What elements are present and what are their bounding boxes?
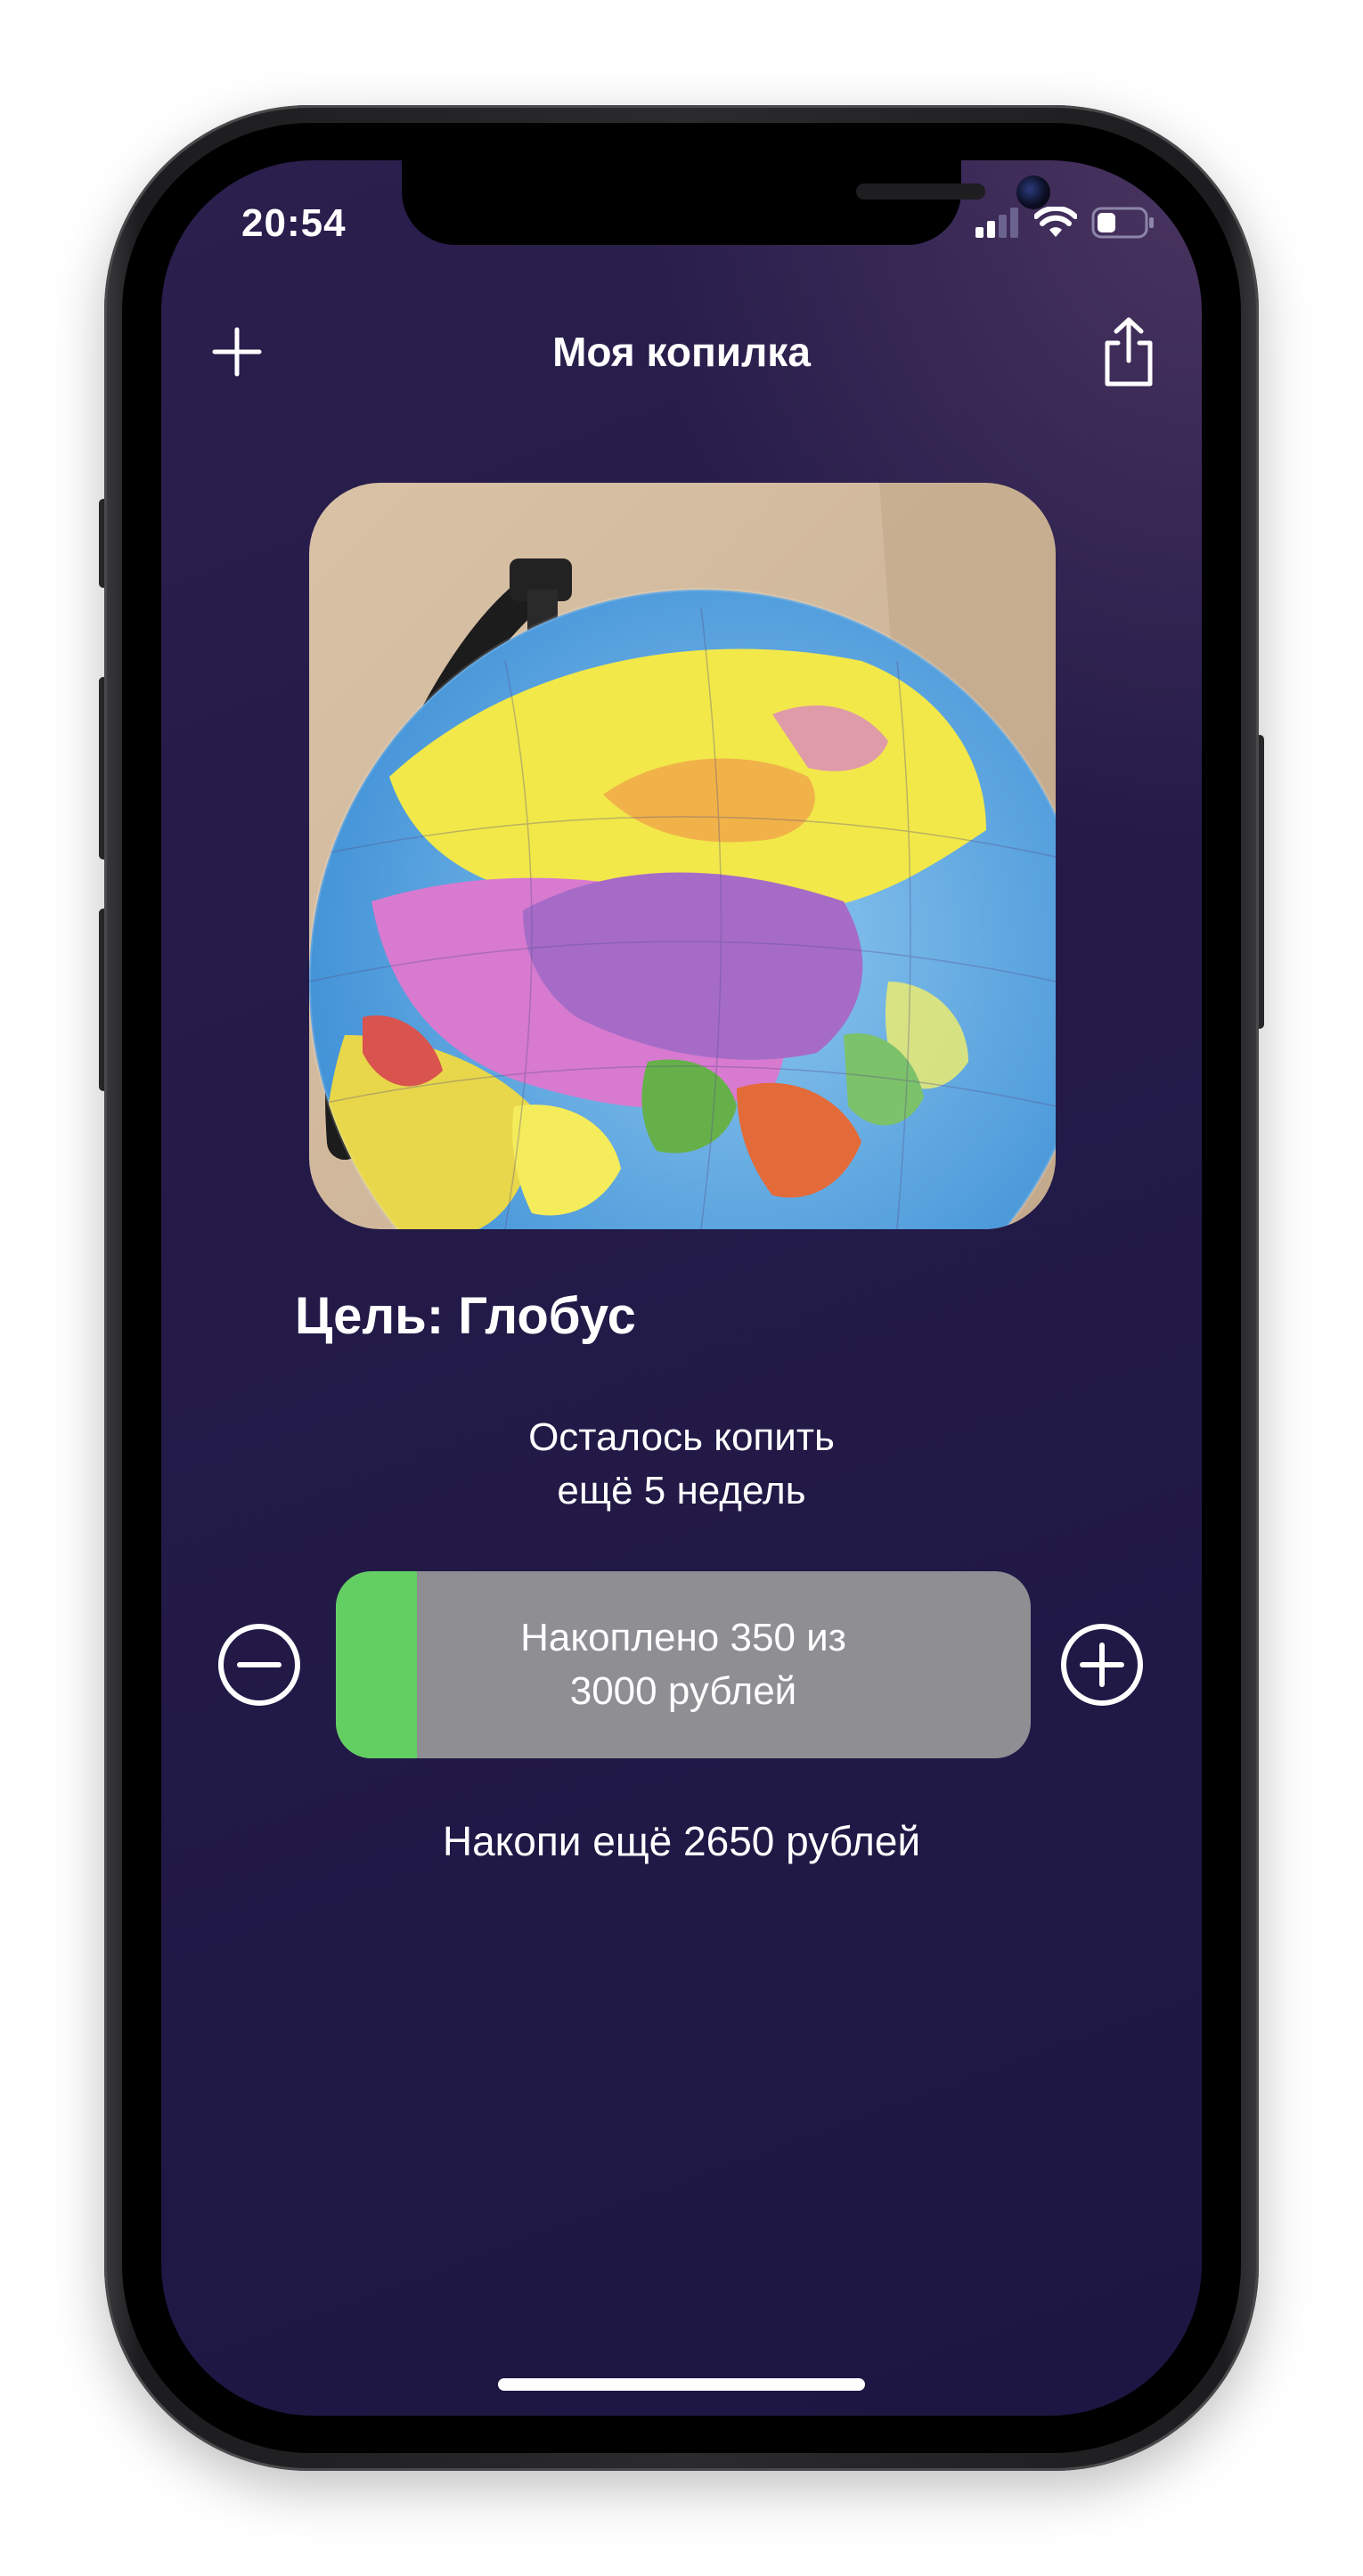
plus-circle-icon (1061, 1624, 1143, 1706)
device-mockup: 20:54 Моя копилка Цель: Глобус Осталось … (0, 0, 1363, 2576)
cellular-signal-icon (975, 208, 1018, 238)
share-button[interactable] (1093, 312, 1164, 392)
remaining-line-2: ещё 5 недель (557, 1469, 806, 1512)
progress-row: Накоплено 350 из 3000 рублей (161, 1571, 1202, 1758)
status-icons (975, 207, 1155, 239)
remaining-line-1: Осталось копить (528, 1415, 835, 1459)
remaining-time-text: Осталось копить ещё 5 недель (161, 1411, 1202, 1518)
goal-image[interactable] (309, 483, 1056, 1229)
progress-label-line-1: Накоплено 350 из (520, 1616, 846, 1659)
battery-icon (1091, 207, 1154, 239)
notch (402, 160, 1050, 245)
home-indicator[interactable] (498, 2378, 865, 2391)
share-icon (1105, 317, 1153, 387)
front-camera (1016, 175, 1050, 209)
navigation-bar: Моя копилка (161, 312, 1202, 392)
progress-label: Накоплено 350 из 3000 рублей (336, 1571, 1031, 1758)
minus-circle-icon (218, 1624, 300, 1706)
progress-label-line-2: 3000 рублей (569, 1669, 797, 1713)
globe-photo (309, 483, 1056, 1229)
wifi-icon (1034, 207, 1077, 237)
status-time: 20:54 (241, 201, 347, 245)
save-more-text: Накопи ещё 2650 рублей (442, 1818, 921, 1864)
goal-title: Цель: Глобус (295, 1287, 636, 1345)
increase-button[interactable] (1057, 1620, 1147, 1709)
app-screen: 20:54 Моя копилка Цель: Глобус Осталось … (161, 160, 1202, 2416)
savings-progress-bar: Накоплено 350 из 3000 рублей (336, 1571, 1031, 1758)
page-title: Моя копилка (552, 329, 811, 375)
earpiece-speaker (856, 183, 985, 200)
decrease-button[interactable] (215, 1620, 304, 1709)
